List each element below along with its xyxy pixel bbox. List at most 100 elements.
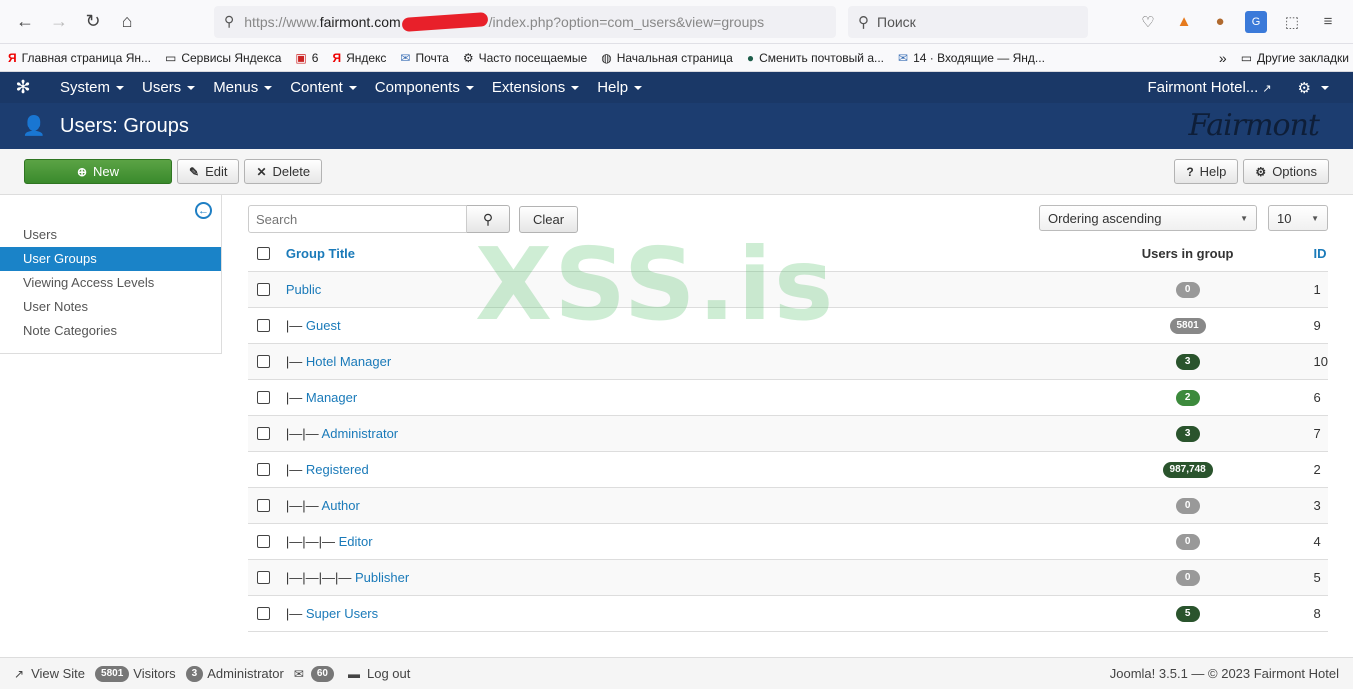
- user-settings-menu[interactable]: ⚙: [1298, 79, 1329, 97]
- sidebar-item-note-categories[interactable]: Note Categories: [0, 319, 221, 343]
- sidebar: ← Users User Groups Viewing Access Level…: [0, 195, 222, 354]
- group-id-cell: 2: [1313, 451, 1328, 488]
- group-title-link[interactable]: Hotel Manager: [306, 354, 391, 369]
- edit-button[interactable]: ✎ Edit: [177, 159, 240, 184]
- row-checkbox[interactable]: [257, 354, 270, 368]
- bookmark-item[interactable]: ✉ Почта: [400, 51, 448, 65]
- menu-hamburger-icon[interactable]: ≡: [1317, 11, 1339, 33]
- ordering-select[interactable]: Ordering ascending ▼: [1039, 205, 1257, 231]
- group-title-link[interactable]: Author: [322, 498, 360, 513]
- metamask-fox-icon[interactable]: ▲: [1173, 11, 1195, 33]
- joomla-logo-icon[interactable]: ✻: [0, 77, 46, 98]
- row-checkbox[interactable]: [257, 390, 270, 404]
- pocket-icon[interactable]: ♡: [1137, 11, 1159, 33]
- search-button[interactable]: ⚲: [467, 205, 510, 233]
- tree-prefix: |—|—|—|—: [285, 569, 356, 585]
- bookmark-item[interactable]: ● Сменить почтовый а...: [747, 51, 884, 65]
- table-row: |—|—|— Editor 0 4: [248, 523, 1328, 560]
- row-checkbox[interactable]: [257, 318, 270, 332]
- search-input[interactable]: [248, 205, 467, 233]
- menu-content[interactable]: Content: [282, 79, 367, 96]
- bookmark-item[interactable]: Я Яндекс: [332, 51, 386, 65]
- delete-button[interactable]: ✕ Delete: [244, 159, 323, 184]
- sidebar-item-viewing-access-levels[interactable]: Viewing Access Levels: [0, 271, 221, 295]
- menu-menus[interactable]: Menus: [205, 79, 282, 96]
- users-count-cell: 5801: [1061, 307, 1314, 344]
- extensions-puzzle-icon[interactable]: ⬚: [1281, 11, 1303, 33]
- bookmark-item[interactable]: ✉ 14 · Входящие — Янд...: [898, 51, 1045, 65]
- group-title-cell: |— Guest: [285, 307, 1062, 344]
- bookmark-item[interactable]: Я Главная страница Ян...: [8, 51, 151, 65]
- sidebar-item-user-groups[interactable]: User Groups: [0, 247, 221, 271]
- chevron-down-icon: ▼: [1311, 213, 1319, 223]
- sidebar-item-users[interactable]: Users: [0, 223, 221, 247]
- row-checkbox[interactable]: [257, 534, 270, 548]
- new-button[interactable]: ⊕ New: [24, 159, 172, 184]
- back-icon[interactable]: ←: [8, 6, 42, 38]
- site-link[interactable]: Fairmont Hotel... ↗: [1147, 79, 1271, 96]
- messages-status[interactable]: ✉ 60: [294, 665, 338, 682]
- gear-icon: ⚙: [462, 50, 474, 65]
- logout-link[interactable]: ▬ Log out: [348, 666, 410, 681]
- row-checkbox-cell: [248, 451, 286, 488]
- bookmark-item[interactable]: ▭ Сервисы Яндекса: [165, 51, 281, 65]
- group-title-link[interactable]: Super Users: [306, 606, 378, 621]
- bookmark-item[interactable]: ◍ Начальная страница: [601, 51, 733, 65]
- other-bookmarks[interactable]: » ▭ Другие закладки: [1219, 50, 1353, 66]
- url-bar[interactable]: ⚲ https://www. fairmont.com/index.php?opt…: [214, 5, 836, 38]
- row-checkbox[interactable]: [257, 606, 270, 620]
- group-title-link[interactable]: Manager: [306, 390, 357, 405]
- row-checkbox[interactable]: [257, 282, 270, 296]
- group-title-link[interactable]: Registered: [306, 462, 369, 477]
- id-header[interactable]: ID: [1313, 236, 1328, 272]
- help-button[interactable]: ? Help: [1174, 159, 1239, 184]
- reload-icon[interactable]: ↻: [76, 6, 110, 38]
- row-checkbox[interactable]: [257, 570, 270, 584]
- group-title-link[interactable]: Guest: [306, 318, 341, 333]
- menu-system[interactable]: System: [52, 79, 134, 96]
- tree-prefix: |—: [285, 461, 306, 477]
- view-site-link[interactable]: ↗ View Site: [14, 666, 85, 681]
- bookmark-item[interactable]: ⚙ Часто посещаемые: [463, 51, 587, 65]
- collapse-sidebar-icon[interactable]: ←: [195, 202, 212, 219]
- row-checkbox-cell: [248, 307, 286, 344]
- bookmark-item[interactable]: ▣ 6: [295, 51, 318, 65]
- menu-extensions[interactable]: Extensions: [484, 79, 589, 96]
- chevron-down-icon: ▼: [1240, 213, 1248, 223]
- home-icon[interactable]: ⌂: [110, 6, 144, 38]
- translate-icon[interactable]: G: [1245, 10, 1267, 33]
- group-title-header[interactable]: Group Title: [285, 236, 1062, 272]
- users-count-cell: 5: [1061, 595, 1314, 632]
- url-path: /index.php?option=com_users&view=groups: [488, 13, 765, 30]
- users-count-cell: 0: [1061, 487, 1314, 524]
- options-button[interactable]: ⚙ Options: [1243, 159, 1329, 184]
- visitors-status: 5801 Visitors: [95, 665, 176, 682]
- row-checkbox[interactable]: [257, 426, 270, 440]
- navbar-right: Fairmont Hotel... ↗ ⚙: [1147, 79, 1353, 97]
- sidebar-item-user-notes[interactable]: User Notes: [0, 295, 221, 319]
- menu-help[interactable]: Help: [589, 79, 652, 96]
- close-icon: ✕: [256, 164, 267, 179]
- users-in-group-header: Users in group: [1061, 236, 1314, 272]
- clear-button[interactable]: Clear: [519, 206, 579, 233]
- select-all-checkbox[interactable]: [257, 246, 270, 260]
- menu-users[interactable]: Users: [134, 79, 205, 96]
- group-title-cell: |— Registered: [285, 451, 1062, 488]
- group-title-link[interactable]: Publisher: [355, 570, 409, 585]
- browser-search-input[interactable]: ⚲ Поиск: [848, 5, 1088, 38]
- users-count-cell: 0: [1061, 271, 1314, 308]
- row-checkbox[interactable]: [257, 462, 270, 476]
- row-checkbox-cell: [248, 523, 286, 560]
- chevron-double-right-icon[interactable]: »: [1219, 50, 1227, 66]
- messages-count-badge: 60: [310, 665, 334, 682]
- menu-components[interactable]: Components: [367, 79, 484, 96]
- group-title-link[interactable]: Public: [286, 282, 321, 297]
- group-title-link[interactable]: Administrator: [322, 426, 399, 441]
- cookie-icon[interactable]: ●: [1209, 11, 1231, 33]
- row-checkbox[interactable]: [257, 498, 270, 512]
- users-count-badge: 2: [1175, 390, 1200, 406]
- forward-icon[interactable]: →: [42, 6, 76, 38]
- group-title-link[interactable]: Editor: [339, 534, 373, 549]
- limit-select[interactable]: 10 ▼: [1268, 205, 1328, 231]
- group-id-cell: 6: [1313, 379, 1328, 416]
